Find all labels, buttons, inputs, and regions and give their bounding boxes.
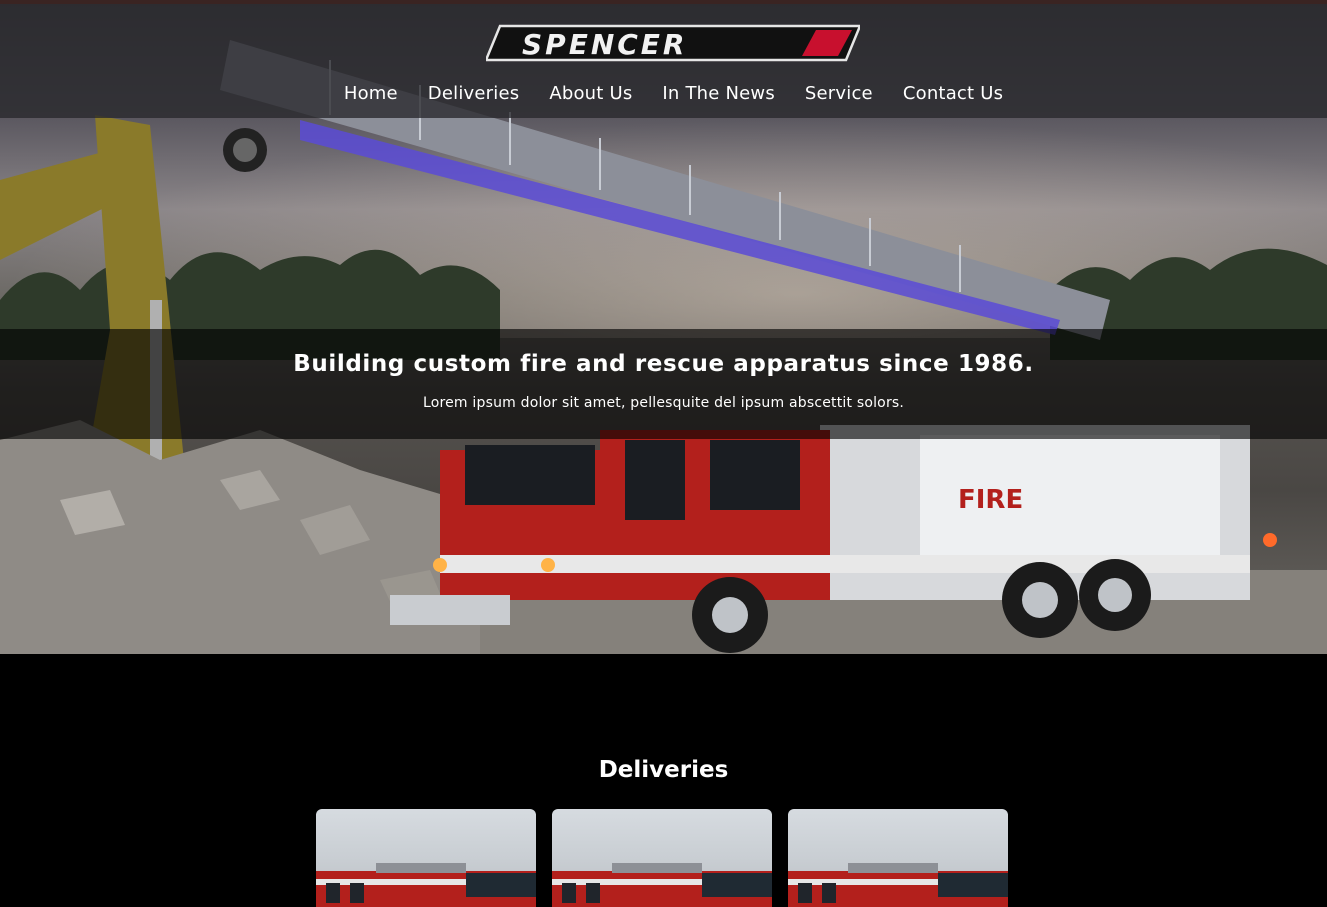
logo-wordmark: SPENCER bbox=[522, 28, 687, 61]
delivery-truck-image bbox=[316, 863, 536, 907]
delivery-truck-image bbox=[552, 863, 772, 907]
nav-deliveries[interactable]: Deliveries bbox=[413, 80, 535, 110]
spencer-logo[interactable]: SPENCER bbox=[486, 24, 860, 62]
nav-in-the-news[interactable]: In The News bbox=[647, 80, 789, 110]
main-nav: Home Deliveries About Us In The News Ser… bbox=[0, 80, 1327, 110]
nav-home[interactable]: Home bbox=[329, 80, 413, 110]
delivery-card-1[interactable] bbox=[316, 809, 536, 907]
site-header: SPENCER Home Deliveries About Us In The … bbox=[0, 0, 1327, 118]
hero-headline: Building custom fire and rescue apparatu… bbox=[293, 351, 1034, 377]
deliveries-section: Deliveries bbox=[0, 654, 1327, 907]
nav-contact-us[interactable]: Contact Us bbox=[888, 80, 1018, 110]
hero-banner: FIRE SPENCER Home Deliveries About Us In… bbox=[0, 0, 1327, 654]
hero-subtext: Lorem ipsum dolor sit amet, pellesquite … bbox=[422, 395, 905, 411]
nav-service[interactable]: Service bbox=[790, 80, 888, 110]
truck-fire-label: FIRE bbox=[958, 485, 1023, 515]
hero-caption: Building custom fire and rescue apparatu… bbox=[0, 329, 1327, 439]
deliveries-title: Deliveries bbox=[598, 757, 729, 783]
delivery-card-3[interactable] bbox=[788, 809, 1008, 907]
delivery-truck-image bbox=[788, 863, 1008, 907]
deliveries-cards bbox=[316, 809, 1008, 907]
delivery-card-2[interactable] bbox=[552, 809, 772, 907]
nav-about-us[interactable]: About Us bbox=[534, 80, 647, 110]
